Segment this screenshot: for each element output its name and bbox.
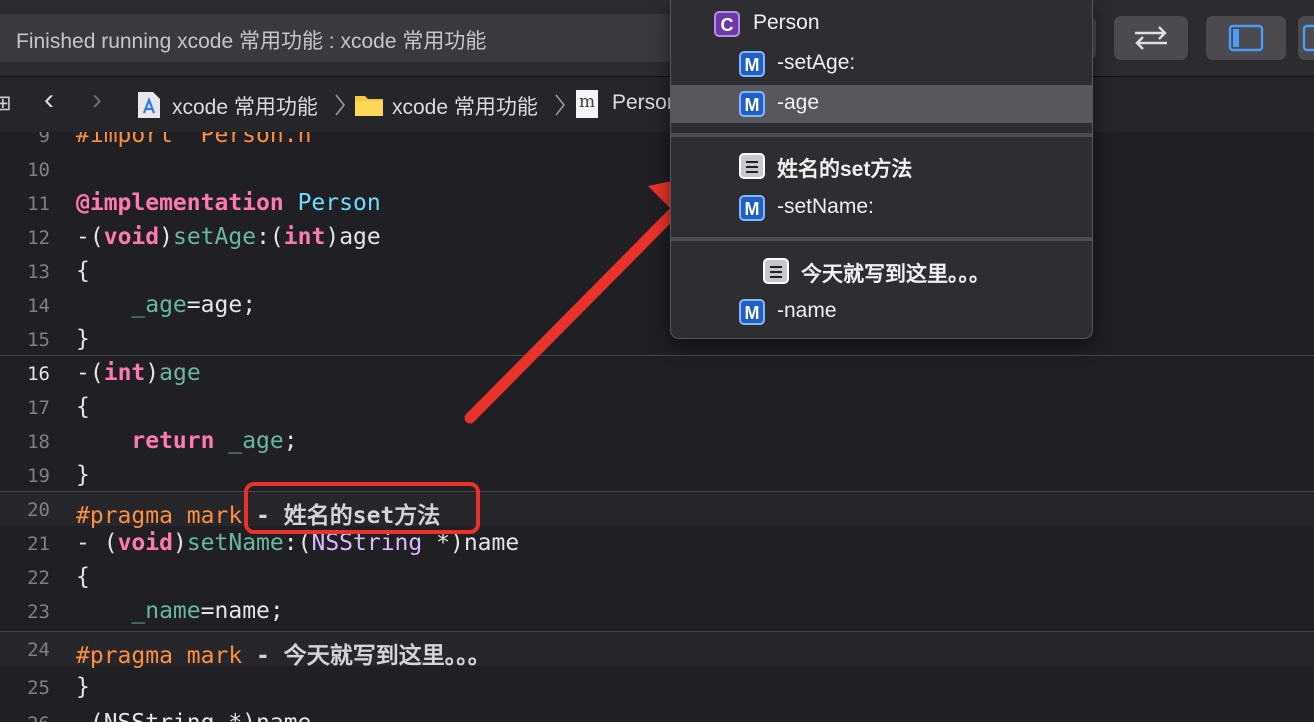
popup-item-mark[interactable]: 今天就写到这里。。。 [671,252,1092,290]
popup-item-label: -setAge: [777,51,856,74]
popup-item-label: Person [753,11,820,34]
popup-item-label: 姓名的set方法 [777,158,913,181]
popup-item-method-selected[interactable]: M -age [671,85,1092,123]
pragma-mark-icon [739,153,765,179]
popup-item-method[interactable]: M -setAge: [671,45,1092,83]
popup-divider [671,133,1092,137]
popup-item-method[interactable]: M -setName: [671,189,1092,227]
pragma-mark-icon [763,258,789,284]
document-items-popup: C Person M -setAge: M -age 姓名的set方法 M -s… [670,0,1093,339]
method-icon: M [739,195,765,221]
method-icon: M [739,91,765,117]
popup-item-class[interactable]: C Person [671,5,1092,43]
popup-divider [671,237,1092,241]
class-icon: C [714,11,740,37]
annotation-arrow-icon [464,172,714,424]
method-icon: M [739,51,765,77]
popup-item-label: 今天就写到这里。。。 [801,263,990,286]
popup-item-mark[interactable]: 姓名的set方法 [671,147,1092,185]
popup-item-label: -setName: [777,195,874,218]
method-icon: M [739,299,765,325]
popup-item-method[interactable]: M -name [671,293,1092,331]
popup-item-label: -age [777,91,820,114]
popup-item-label: -name [777,299,837,322]
